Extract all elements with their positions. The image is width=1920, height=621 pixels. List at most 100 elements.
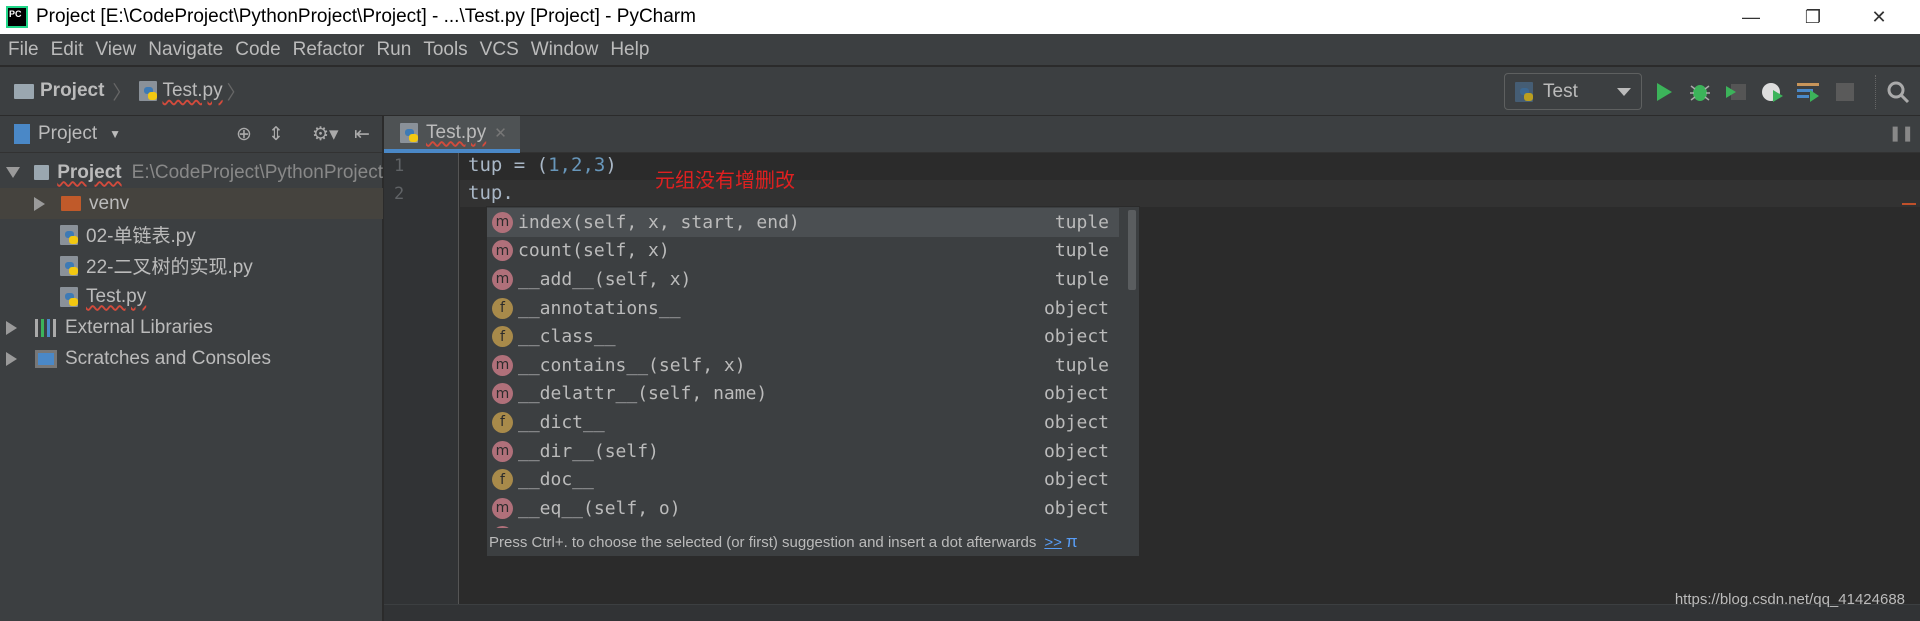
expand-arrow-icon[interactable]: [6, 320, 17, 335]
completion-name: index(self, x, start, end): [518, 211, 800, 233]
pi-icon[interactable]: π: [1066, 532, 1078, 552]
expand-arrow-icon[interactable]: [6, 167, 20, 178]
folder-icon: [34, 165, 50, 180]
menu-window[interactable]: Window: [525, 39, 605, 61]
tree-item-venv[interactable]: venv: [0, 188, 383, 219]
window-title: Project [E:\CodeProject\PythonProject\Pr…: [36, 6, 696, 27]
completion-type: object: [1043, 297, 1109, 319]
completion-type: tuple: [1054, 354, 1109, 376]
completion-item[interactable]: m __dir__(self) object: [487, 437, 1119, 466]
menu-vcs[interactable]: VCS: [474, 39, 525, 61]
stop-icon[interactable]: [1833, 80, 1857, 104]
python-icon: [1515, 81, 1533, 102]
run-configuration-select[interactable]: Test: [1504, 73, 1642, 110]
completion-item[interactable]: m __contains__(self, x) tuple: [487, 351, 1119, 380]
search-icon[interactable]: [1886, 80, 1910, 104]
minimize-button[interactable]: —: [1720, 0, 1782, 34]
menu-run[interactable]: Run: [370, 39, 417, 61]
menu-refactor[interactable]: Refactor: [287, 39, 371, 61]
completion-type: object: [1043, 440, 1109, 462]
line-number: 1: [394, 156, 405, 176]
tree-item-label: Project: [57, 161, 122, 183]
gear-icon[interactable]: ⚙▾: [312, 123, 339, 146]
hide-icon[interactable]: ⇤: [354, 123, 370, 146]
tree-item-file[interactable]: 22-二叉树的实现.py: [0, 250, 383, 281]
tree-item-file[interactable]: 02-单链表.py: [0, 219, 383, 250]
completion-item[interactable]: f __annotations__ object: [487, 294, 1119, 323]
completion-scrollbar[interactable]: [1128, 210, 1136, 290]
expand-arrow-icon[interactable]: [34, 196, 45, 211]
method-icon: m: [492, 211, 513, 233]
menu-navigate[interactable]: Navigate: [142, 39, 229, 61]
completion-type: object: [1043, 383, 1109, 405]
completion-item[interactable]: m index(self, x, start, end) tuple: [487, 208, 1119, 237]
project-view-icon: [14, 124, 30, 144]
completion-item[interactable]: m count(self, x) tuple: [487, 237, 1119, 266]
tree-item-label: 02-单链表.py: [86, 226, 196, 247]
method-icon: m: [492, 440, 513, 462]
completion-type: tuple: [1054, 240, 1109, 262]
completion-item[interactable]: m __eq__(self, o) object: [487, 494, 1119, 523]
completion-type: object: [1043, 326, 1109, 348]
breadcrumb-project[interactable]: Project: [40, 80, 104, 102]
menu-help[interactable]: Help: [604, 39, 655, 61]
profile-icon[interactable]: [1760, 80, 1784, 104]
tree-item-project[interactable]: Project E:\CodeProject\PythonProject: [0, 157, 383, 188]
expand-arrow-icon[interactable]: [6, 351, 17, 366]
completion-item[interactable]: f __class__ object: [487, 322, 1119, 351]
completion-name: __annotations__: [518, 297, 681, 319]
menu-tools[interactable]: Tools: [417, 39, 473, 61]
tab-test-py[interactable]: Test.py ✕: [384, 116, 520, 153]
completion-item[interactable]: m __add__(self, x) tuple: [487, 265, 1119, 294]
debug-icon[interactable]: [1688, 80, 1712, 104]
chevron-down-icon[interactable]: ▼: [109, 127, 121, 141]
method-icon: m: [492, 240, 513, 262]
breadcrumb-separator-icon: 〉: [112, 82, 132, 104]
tree-item-path: E:\CodeProject\PythonProject: [131, 161, 383, 183]
python-file-icon: [139, 81, 158, 101]
error-stripe-marker[interactable]: [1902, 203, 1916, 205]
code-line-1[interactable]: tup = (1,2,3): [468, 154, 617, 176]
completion-type: tuple: [1054, 211, 1109, 233]
completion-name: __delattr__(self, name): [518, 383, 768, 405]
completion-name: __dir__(self): [518, 440, 659, 462]
run-icon[interactable]: [1652, 80, 1676, 104]
run-with-coverage-icon[interactable]: [1724, 80, 1748, 104]
completion-name: __dict__: [518, 411, 605, 433]
menu-view[interactable]: View: [89, 39, 142, 61]
breadcrumb-file[interactable]: Test.py: [162, 80, 222, 102]
menu-file[interactable]: File: [2, 39, 45, 61]
concurrency-diagram-icon[interactable]: [1796, 80, 1820, 104]
collapse-all-icon[interactable]: ⇕: [268, 123, 284, 146]
completion-name: __eq__(self, o): [518, 497, 681, 519]
close-button[interactable]: ✕: [1848, 0, 1910, 34]
close-tab-icon[interactable]: ✕: [494, 124, 507, 142]
menu-code[interactable]: Code: [229, 39, 286, 61]
library-icon: [35, 318, 57, 337]
python-file-icon: [60, 255, 78, 276]
tree-item-file[interactable]: Test.py: [0, 281, 383, 312]
field-icon: f: [492, 297, 513, 319]
folder-icon: [14, 83, 34, 99]
tree-item-label: 22-二叉树的实现.py: [86, 257, 253, 278]
locate-icon[interactable]: ⊕: [236, 123, 252, 146]
pycharm-logo-icon: PC: [6, 6, 28, 28]
completion-item[interactable]: m __delattr__(self, name) object: [487, 380, 1119, 409]
tree-item-label: venv: [89, 192, 130, 214]
completion-name: __add__(self, x): [518, 268, 692, 290]
menu-edit[interactable]: Edit: [45, 39, 90, 61]
code-line-2[interactable]: tup.: [468, 182, 514, 204]
project-tool-header: Project ▼ ⊕ ⇕ ⚙▾ ⇤: [0, 116, 382, 153]
hint-more-link[interactable]: >>: [1044, 534, 1062, 551]
tree-item-label: Test.py: [86, 285, 147, 307]
completion-name: __class__: [518, 326, 616, 348]
python-file-icon: [60, 286, 78, 307]
run-configuration-label: Test: [1543, 80, 1578, 102]
completion-item[interactable]: f __doc__ object: [487, 465, 1119, 494]
tree-item-scratches[interactable]: Scratches and Consoles: [0, 343, 383, 374]
tree-item-external-libraries[interactable]: External Libraries: [0, 312, 383, 343]
completion-popup: m index(self, x, start, end) tuple m count(s…: [486, 206, 1140, 557]
completion-item[interactable]: f __dict__ object: [487, 408, 1119, 437]
restore-button[interactable]: ❐: [1782, 0, 1844, 34]
project-view-select[interactable]: Project: [38, 123, 97, 145]
